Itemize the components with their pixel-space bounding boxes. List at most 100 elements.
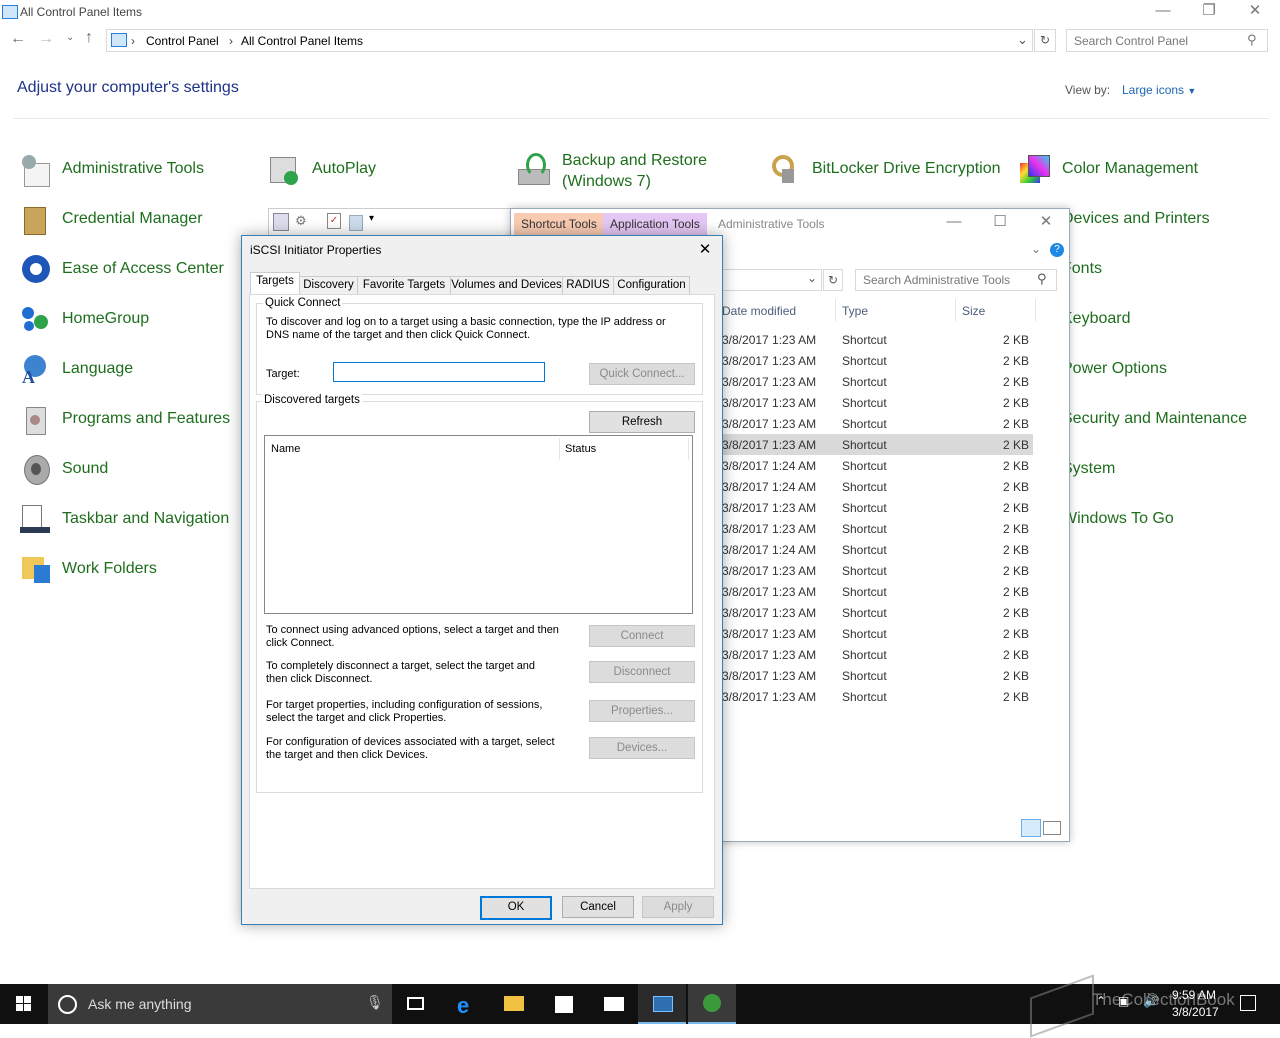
tab-volumes-and-devices[interactable]: Volumes and Devices bbox=[450, 276, 563, 294]
cortana-search-box[interactable]: Ask me anything 🎙 bbox=[48, 984, 392, 1024]
calculator-icon[interactable] bbox=[273, 213, 289, 231]
explorer-maximize-button[interactable]: ☐ bbox=[977, 211, 1023, 235]
help-icon[interactable]: ? bbox=[1050, 243, 1064, 257]
cp-item-programs-and-features[interactable]: Programs and Features bbox=[62, 410, 230, 428]
tab-targets[interactable]: Targets bbox=[250, 272, 300, 294]
back-icon[interactable]: ← bbox=[10, 30, 26, 48]
cancel-button[interactable]: Cancel bbox=[562, 896, 634, 918]
recent-locations-icon[interactable]: ⌄ bbox=[66, 32, 74, 43]
refresh-icon[interactable]: ↻ bbox=[1034, 29, 1056, 52]
explorer-address-bar[interactable]: ⌄ bbox=[721, 269, 822, 291]
cp-item-devices-and-printers[interactable]: Devices and Printers bbox=[1062, 210, 1210, 228]
quick-connect-button[interactable]: Quick Connect... bbox=[589, 363, 695, 385]
microphone-icon[interactable]: 🎙 bbox=[366, 994, 384, 1011]
table-row[interactable]: 3/8/2017 1:23 AM Shortcut 2 KB bbox=[721, 434, 1033, 455]
apply-button[interactable]: Apply bbox=[642, 896, 714, 918]
table-row[interactable]: 3/8/2017 1:23 AM Shortcut 2 KB bbox=[721, 518, 1033, 539]
explorer-close-button[interactable]: ✕ bbox=[1023, 211, 1069, 235]
clock-time[interactable]: 9:59 AM bbox=[1172, 988, 1216, 1002]
tab-application-tools[interactable]: Application Tools bbox=[603, 213, 707, 235]
show-hidden-icons-icon[interactable]: ⌃ bbox=[1096, 994, 1106, 1008]
search-input[interactable]: Search Control Panel ⚲ bbox=[1066, 29, 1268, 52]
cp-item-bitlocker[interactable]: BitLocker Drive Encryption bbox=[812, 160, 1001, 178]
table-row[interactable]: 3/8/2017 1:23 AM Shortcut 2 KB bbox=[721, 350, 1033, 371]
tab-shortcut-tools[interactable]: Shortcut Tools bbox=[514, 213, 604, 235]
checklist-icon[interactable]: ✓ bbox=[327, 213, 341, 229]
clock-date[interactable]: 3/8/2017 bbox=[1172, 1005, 1219, 1019]
address-dropdown-icon[interactable]: ⌄ bbox=[1017, 32, 1028, 48]
iscsi-taskbar-icon[interactable] bbox=[688, 984, 736, 1024]
address-dropdown-icon[interactable]: ⌄ bbox=[807, 271, 817, 285]
large-icons-view-icon[interactable] bbox=[1043, 821, 1061, 835]
cp-item-keyboard[interactable]: Keyboard bbox=[1062, 310, 1131, 328]
restore-button[interactable]: ❐ bbox=[1186, 0, 1232, 24]
disconnect-button[interactable]: Disconnect bbox=[589, 661, 695, 683]
breadcrumb-control-panel[interactable]: Control Panel bbox=[146, 34, 219, 48]
breadcrumb-all-items[interactable]: All Control Panel Items bbox=[241, 34, 363, 48]
table-row[interactable]: 3/8/2017 1:23 AM Shortcut 2 KB bbox=[721, 623, 1033, 644]
cp-item-autoplay[interactable]: AutoPlay bbox=[312, 160, 376, 178]
tab-favorite-targets[interactable]: Favorite Targets bbox=[357, 276, 451, 294]
cp-item-credential-manager[interactable]: Credential Manager bbox=[62, 210, 203, 228]
task-view-icon[interactable] bbox=[392, 984, 440, 1024]
store-icon[interactable] bbox=[540, 984, 588, 1024]
table-row[interactable]: 3/8/2017 1:24 AM Shortcut 2 KB bbox=[721, 476, 1033, 497]
details-view-icon[interactable] bbox=[1021, 819, 1041, 837]
ribbon-expand-icon[interactable]: ⌄ bbox=[1031, 242, 1041, 256]
table-row[interactable]: 3/8/2017 1:23 AM Shortcut 2 KB bbox=[721, 413, 1033, 434]
discovered-targets-list[interactable]: Name Status bbox=[264, 435, 693, 614]
cp-item-homegroup[interactable]: HomeGroup bbox=[62, 310, 149, 328]
target-input[interactable] bbox=[333, 362, 545, 382]
table-row[interactable]: 3/8/2017 1:23 AM Shortcut 2 KB bbox=[721, 686, 1033, 707]
action-center-icon[interactable] bbox=[1240, 995, 1256, 1011]
properties-icon[interactable]: ⚙ bbox=[295, 213, 309, 229]
network-icon[interactable]: ▣ bbox=[1118, 994, 1129, 1008]
file-explorer-icon[interactable] bbox=[490, 984, 538, 1024]
cp-item-taskbar-and-navigation[interactable]: Taskbar and Navigation bbox=[62, 510, 229, 528]
devices-button[interactable]: Devices... bbox=[589, 737, 695, 759]
up-icon[interactable]: ↑ bbox=[85, 29, 93, 47]
explorer-minimize-button[interactable]: — bbox=[931, 211, 977, 235]
table-row[interactable]: 3/8/2017 1:23 AM Shortcut 2 KB bbox=[721, 665, 1033, 686]
customize-toolbar-icon[interactable]: ▾ bbox=[369, 213, 374, 224]
table-row[interactable]: 3/8/2017 1:23 AM Shortcut 2 KB bbox=[721, 392, 1033, 413]
column-size[interactable]: Size bbox=[962, 304, 985, 318]
volume-icon[interactable]: 🔊 bbox=[1143, 993, 1159, 1009]
table-row[interactable]: 3/8/2017 1:23 AM Shortcut 2 KB bbox=[721, 581, 1033, 602]
ok-button[interactable]: OK bbox=[480, 896, 552, 920]
table-row[interactable]: 3/8/2017 1:23 AM Shortcut 2 KB bbox=[721, 602, 1033, 623]
table-row[interactable]: 3/8/2017 1:24 AM Shortcut 2 KB bbox=[721, 539, 1033, 560]
cp-item-color-management[interactable]: Color Management bbox=[1062, 160, 1198, 178]
mail-icon[interactable] bbox=[590, 984, 638, 1024]
cp-item-work-folders[interactable]: Work Folders bbox=[62, 560, 157, 578]
cp-item-sound[interactable]: Sound bbox=[62, 460, 108, 478]
address-bar[interactable]: › Control Panel › All Control Panel Item… bbox=[106, 29, 1033, 52]
cp-item-language[interactable]: Language bbox=[62, 360, 133, 378]
tab-radius[interactable]: RADIUS bbox=[562, 276, 614, 294]
control-panel-taskbar-icon[interactable] bbox=[638, 984, 686, 1024]
explorer-refresh-icon[interactable]: ↻ bbox=[823, 269, 843, 291]
column-type[interactable]: Type bbox=[842, 304, 868, 318]
cp-item-windows-to-go[interactable]: Windows To Go bbox=[1062, 510, 1174, 528]
cp-item-power-options[interactable]: Power Options bbox=[1062, 360, 1167, 378]
tab-configuration[interactable]: Configuration bbox=[613, 276, 690, 294]
minimize-button[interactable]: — bbox=[1140, 0, 1186, 24]
column-date-modified[interactable]: Date modified bbox=[722, 304, 796, 318]
table-row[interactable]: 3/8/2017 1:23 AM Shortcut 2 KB bbox=[721, 329, 1033, 350]
view-by-dropdown[interactable]: Large icons ▼ bbox=[1122, 83, 1196, 97]
cp-item-backup-and-restore[interactable]: Backup and Restore (Windows 7) bbox=[562, 150, 707, 192]
table-row[interactable]: 3/8/2017 1:23 AM Shortcut 2 KB bbox=[721, 497, 1033, 518]
table-row[interactable]: 3/8/2017 1:23 AM Shortcut 2 KB bbox=[721, 644, 1033, 665]
cp-item-security-and-maintenance[interactable]: Security and Maintenance bbox=[1062, 410, 1247, 428]
explorer-search-input[interactable]: Search Administrative Tools ⚲ bbox=[855, 269, 1057, 291]
refresh-button[interactable]: Refresh bbox=[589, 411, 695, 433]
cp-item-system[interactable]: System bbox=[1062, 460, 1115, 478]
dialog-close-button[interactable]: ✕ bbox=[692, 239, 718, 261]
tab-discovery[interactable]: Discovery bbox=[299, 276, 358, 294]
cp-item-ease-of-access[interactable]: Ease of Access Center bbox=[62, 260, 224, 278]
table-row[interactable]: 3/8/2017 1:24 AM Shortcut 2 KB bbox=[721, 455, 1033, 476]
column-status[interactable]: Status bbox=[565, 443, 596, 456]
table-row[interactable]: 3/8/2017 1:23 AM Shortcut 2 KB bbox=[721, 560, 1033, 581]
connect-button[interactable]: Connect bbox=[589, 625, 695, 647]
new-folder-icon[interactable] bbox=[349, 215, 363, 231]
